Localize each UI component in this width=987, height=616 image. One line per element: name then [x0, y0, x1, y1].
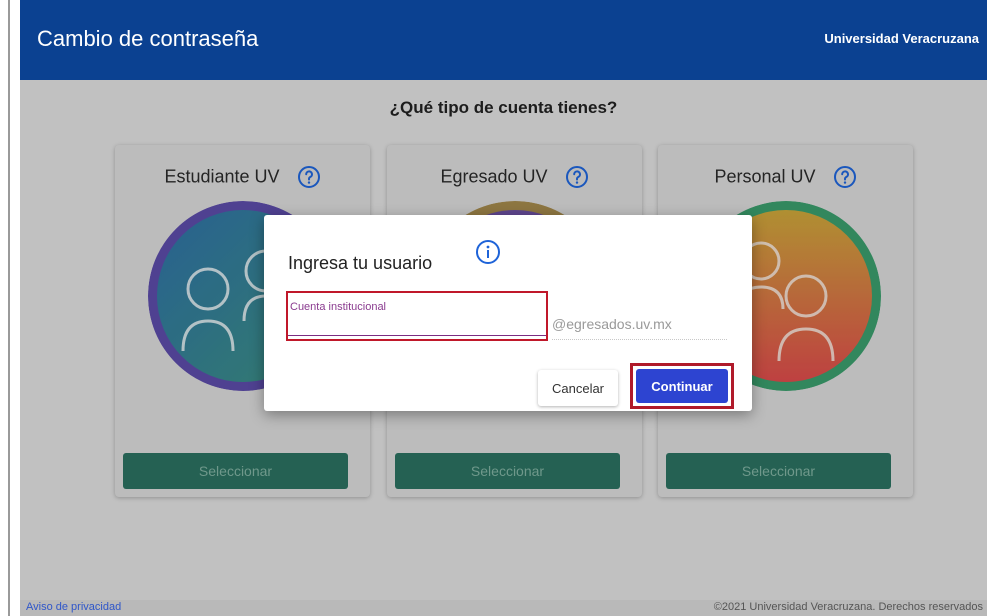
institution-name: Universidad Veracruzana [824, 31, 979, 46]
domain-underline [552, 339, 727, 340]
privacy-link[interactable]: Aviso de privacidad [26, 601, 121, 613]
app-window: Cambio de contraseña Universidad Veracru… [20, 0, 987, 616]
cancel-button[interactable]: Cancelar [538, 370, 618, 406]
dialog-title: Ingresa tu usuario [288, 253, 433, 273]
username-input[interactable]: Cuenta institucional [286, 291, 548, 341]
left-margin [0, 0, 14, 616]
username-placeholder: Cuenta institucional [290, 301, 387, 313]
footer: Aviso de privacidad ©2021 Universidad Ve… [20, 600, 987, 616]
page-title: Cambio de contraseña [37, 26, 259, 51]
copyright-text: ©2021 Universidad Veracruzana. Derechos … [713, 601, 983, 613]
domain-suffix: @egresados.uv.mx [552, 316, 672, 332]
input-underline [288, 335, 546, 336]
continue-highlight: Continuar [630, 363, 734, 409]
info-icon[interactable] [475, 239, 501, 265]
continue-button[interactable]: Continuar [636, 369, 728, 403]
username-dialog: Ingresa tu usuario Cuenta institucional … [264, 215, 752, 411]
top-bar: Cambio de contraseña Universidad Veracru… [20, 0, 987, 80]
